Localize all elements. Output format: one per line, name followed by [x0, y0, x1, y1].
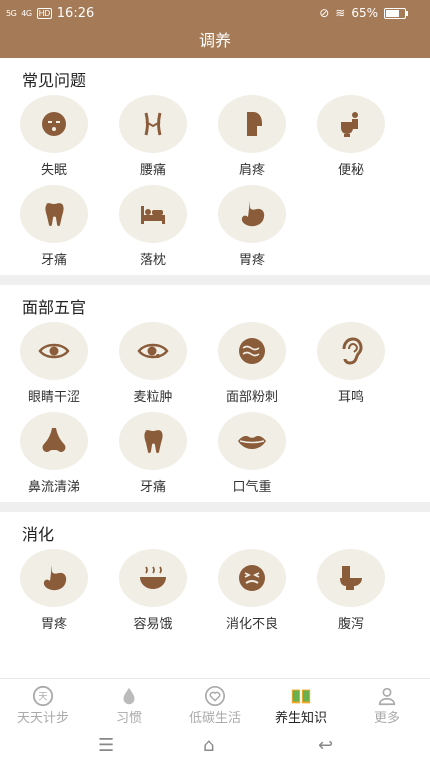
item-label: 胃疼	[238, 253, 265, 268]
item-label: 鼻流清涕	[27, 480, 80, 495]
back-icon[interactable]: ↩	[318, 735, 333, 756]
tooth-icon	[119, 412, 187, 470]
bed-icon	[119, 185, 187, 243]
tab-low-carbon[interactable]: 低碳生活	[172, 679, 258, 732]
page-title: 调养	[0, 26, 430, 58]
item-label: 口气重	[232, 480, 272, 495]
item-label: 消化不良	[225, 617, 278, 632]
section-divider	[0, 502, 430, 512]
section-face: 面部五官 眼睛干涩 麦粒肿 面部粉刺 耳鸣 鼻流清涕 牙痛 口气重	[0, 285, 430, 502]
item-label: 落枕	[139, 253, 166, 268]
section-title: 常见问题	[22, 71, 87, 90]
toilet-person-icon	[317, 95, 385, 153]
nose-icon	[20, 412, 88, 470]
item-stomachache[interactable]: 胃疼	[218, 185, 317, 275]
heart-icon	[203, 685, 227, 707]
tab-label: 养生知识	[274, 711, 327, 726]
section-divider	[0, 275, 430, 285]
section-common-problems: 常见问题 失眠 腰痛 肩疼 便秘 牙痛 落枕 胃疼	[0, 58, 430, 275]
item-dry-eyes[interactable]: 眼睛干涩	[20, 322, 119, 412]
battery-icon	[384, 7, 408, 19]
item-insomnia[interactable]: 失眠	[20, 95, 119, 185]
item-stye[interactable]: 麦粒肿	[119, 322, 218, 412]
battery-percent: 65%	[351, 6, 378, 20]
tab-habits[interactable]: 习惯	[86, 679, 172, 732]
item-stiff-neck[interactable]: 落枕	[119, 185, 218, 275]
item-bad-breath[interactable]: 口气重	[218, 412, 317, 502]
section-title: 面部五官	[22, 298, 87, 317]
sleepy-face-icon	[20, 95, 88, 153]
tooth-icon	[20, 185, 88, 243]
stomach-icon	[218, 185, 286, 243]
item-label: 麦粒肿	[133, 390, 173, 405]
bottom-tab-bar: 天 天天计步 习惯 低碳生活 养生知识 更多	[0, 678, 430, 732]
book-icon	[289, 685, 313, 707]
lips-icon	[218, 412, 286, 470]
tab-health-knowledge[interactable]: 养生知识	[258, 679, 344, 732]
tab-step-counter[interactable]: 天 天天计步	[0, 679, 86, 732]
item-label: 眼睛干涩	[27, 390, 80, 405]
status-time: 16:26	[56, 6, 95, 21]
tab-label: 天天计步	[16, 711, 69, 726]
system-nav-bar: ☰ ⌂ ↩	[0, 731, 430, 765]
item-label: 腹泻	[337, 617, 364, 632]
status-bar: 5G 4G HD 16:26 ⊘ ≋ 65%	[0, 0, 430, 26]
section-digestion: 消化 胃疼 容易饿 消化不良 腹泻	[0, 512, 430, 639]
tab-label: 习惯	[115, 711, 142, 726]
waist-icon	[119, 95, 187, 153]
wifi-icon: ≋	[335, 6, 346, 20]
toilet-icon	[317, 549, 385, 607]
main-content[interactable]: 常见问题 失眠 腰痛 肩疼 便秘 牙痛 落枕 胃疼 面部五官 眼睛干涩 麦粒肿 …	[0, 58, 430, 678]
item-label: 肩疼	[238, 163, 265, 178]
item-label: 牙痛	[40, 253, 67, 268]
menu-icon[interactable]: ☰	[98, 735, 114, 756]
hd-icon: HD	[36, 8, 52, 19]
ear-icon	[317, 322, 385, 380]
item-runny-nose[interactable]: 鼻流清涕	[20, 412, 119, 502]
item-diarrhea[interactable]: 腹泻	[317, 549, 416, 639]
item-label: 失眠	[40, 163, 67, 178]
item-acne[interactable]: 面部粉刺	[218, 322, 317, 412]
item-label: 牙痛	[139, 480, 166, 495]
item-label: 容易饿	[133, 617, 173, 632]
item-toothache-2[interactable]: 牙痛	[119, 412, 218, 502]
item-label: 腰痛	[139, 163, 166, 178]
face-acne-icon	[218, 322, 286, 380]
item-constipation[interactable]: 便秘	[317, 95, 416, 185]
signal-5g-icon: 5G	[6, 9, 17, 18]
eye-icon	[20, 322, 88, 380]
item-tinnitus[interactable]: 耳鸣	[317, 322, 416, 412]
item-stomachache-2[interactable]: 胃疼	[20, 549, 119, 639]
home-icon[interactable]: ⌂	[203, 735, 214, 756]
item-label: 面部粉刺	[225, 390, 278, 405]
item-label: 便秘	[337, 163, 364, 178]
stomach-icon	[20, 549, 88, 607]
item-indigestion[interactable]: 消化不良	[218, 549, 317, 639]
item-easily-hungry[interactable]: 容易饿	[119, 549, 218, 639]
mute-icon: ⊘	[319, 6, 330, 20]
signal-4g-icon: 4G	[21, 9, 32, 18]
item-toothache[interactable]: 牙痛	[20, 185, 119, 275]
step-counter-icon: 天	[31, 685, 55, 707]
svg-text:天: 天	[38, 692, 47, 703]
bowl-icon	[119, 549, 187, 607]
item-label: 胃疼	[40, 617, 67, 632]
drop-icon	[117, 685, 141, 707]
tab-more[interactable]: 更多	[344, 679, 430, 732]
person-icon	[375, 685, 399, 707]
tab-label: 低碳生活	[188, 711, 241, 726]
uncomfortable-face-icon	[218, 549, 286, 607]
shoulder-icon	[218, 95, 286, 153]
section-title: 消化	[22, 525, 55, 544]
item-label: 耳鸣	[337, 390, 364, 405]
tab-label: 更多	[373, 711, 400, 726]
eye-stye-icon	[119, 322, 187, 380]
item-shoulder-pain[interactable]: 肩疼	[218, 95, 317, 185]
item-back-pain[interactable]: 腰痛	[119, 95, 218, 185]
